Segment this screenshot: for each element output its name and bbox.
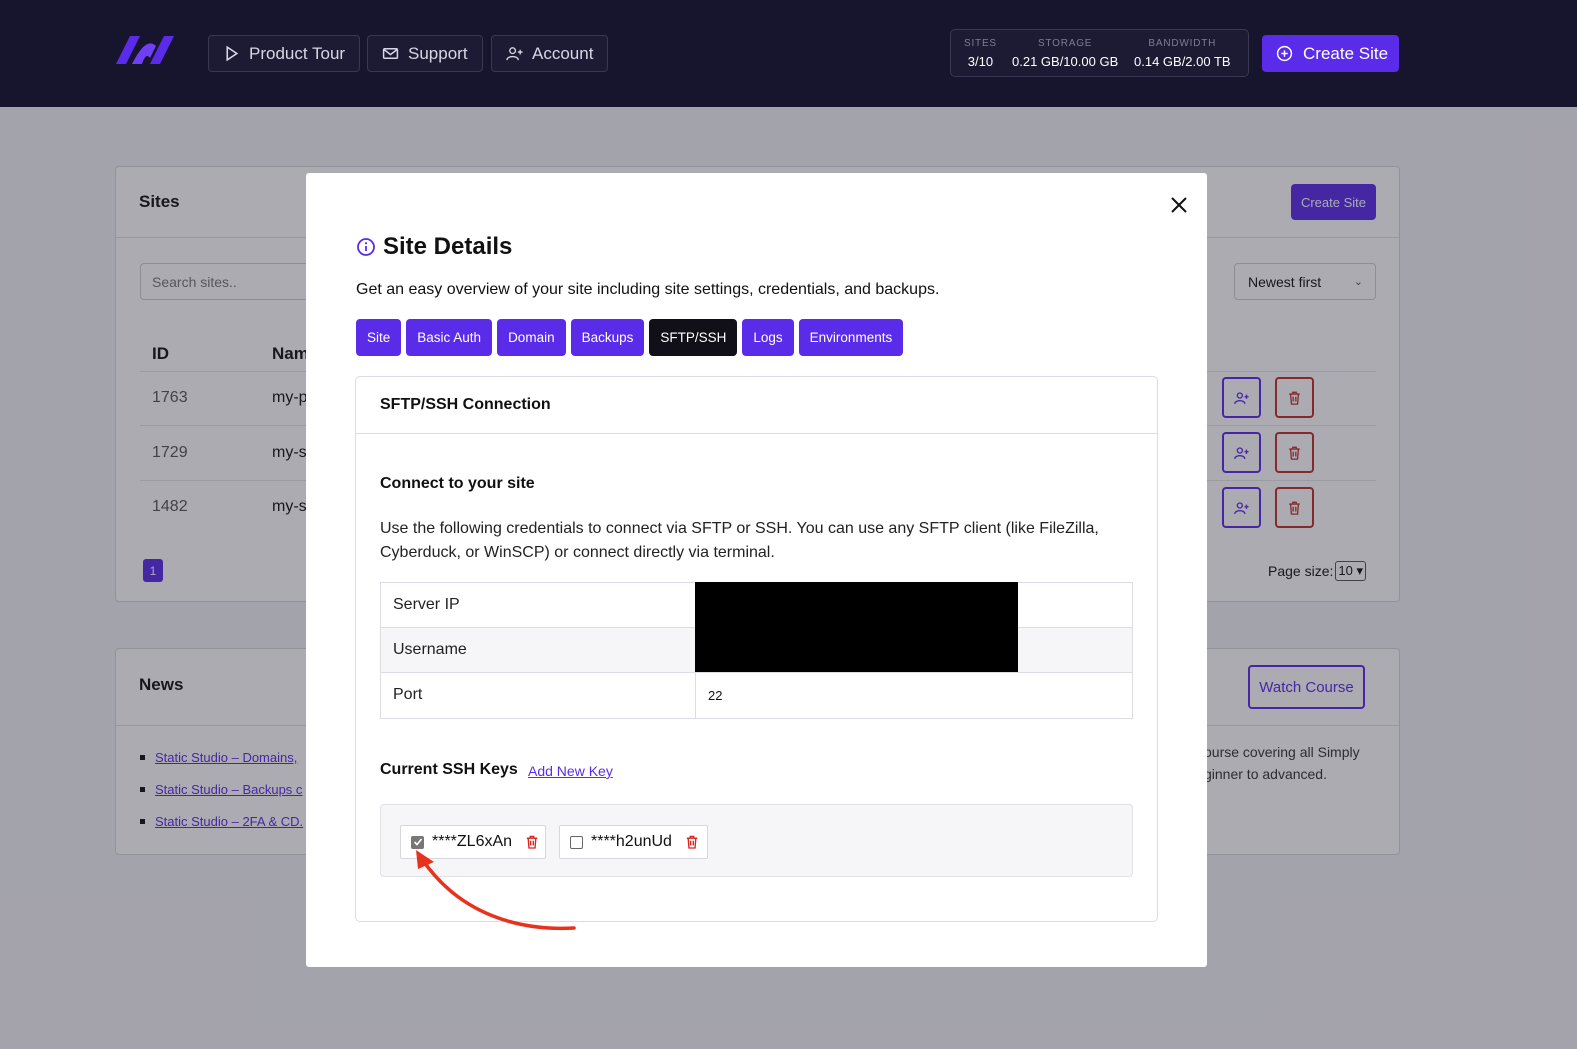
trash-icon[interactable] (686, 835, 698, 849)
support-button[interactable]: Support (367, 35, 483, 72)
modal-description: Get an easy overview of your site includ… (356, 281, 940, 298)
create-site-label: Create Site (1303, 43, 1389, 63)
close-icon[interactable] (1168, 194, 1190, 216)
support-label: Support (408, 43, 468, 63)
credential-row-port: Port 22 (381, 673, 1132, 718)
storage-stat: STORAGE 0.21 GB/10.00 GB (1012, 38, 1118, 69)
usage-stats: SITES 3/10 STORAGE 0.21 GB/10.00 GB BAND… (950, 29, 1249, 77)
stat-value: 0.21 GB/10.00 GB (1012, 54, 1119, 69)
credential-label: Server IP (393, 596, 460, 613)
product-tour-button[interactable]: Product Tour (208, 35, 361, 72)
ssh-key-name: ****h2unUd (591, 833, 672, 850)
stat-label: BANDWIDTH (1148, 38, 1217, 49)
cell-divider (695, 673, 696, 718)
account-label: Account (532, 43, 594, 63)
connect-text: Use the following credentials to connect… (380, 520, 1099, 561)
ssh-key-item[interactable]: ****h2unUd (559, 825, 708, 859)
info-icon (357, 238, 375, 256)
credential-value[interactable]: 22 (708, 688, 722, 703)
sites-stat: SITES 3/10 (964, 38, 997, 69)
credential-label: Port (393, 686, 423, 703)
modal-title-text: Site Details (383, 233, 513, 260)
ssh-keys-title: Current SSH Keys (380, 761, 518, 778)
tab-bar: Site Basic Auth Domain Backups SFTP/SSH … (356, 319, 904, 356)
user-plus-icon (506, 47, 523, 61)
add-new-key-link[interactable]: Add New Key (528, 763, 613, 779)
stat-value: 0.14 GB/2.00 TB (1134, 54, 1231, 69)
play-icon (226, 45, 239, 62)
account-button[interactable]: Account (491, 35, 609, 72)
stat-label: SITES (964, 38, 997, 49)
tab-sftp-ssh[interactable]: SFTP/SSH (649, 319, 738, 356)
create-site-button[interactable]: Create Site (1262, 35, 1399, 72)
mail-icon (382, 47, 399, 60)
product-tour-label: Product Tour (249, 43, 346, 63)
card-title: SFTP/SSH Connection (380, 396, 551, 413)
logo[interactable] (116, 34, 174, 66)
tab-logs[interactable]: Logs (742, 319, 794, 356)
bandwidth-stat: BANDWIDTH 0.14 GB/2.00 TB (1134, 38, 1231, 69)
tab-backups[interactable]: Backups (570, 319, 645, 356)
annotation-arrow (416, 850, 576, 931)
stat-value: 3/10 (967, 54, 994, 69)
tab-site[interactable]: Site (356, 319, 402, 356)
tab-domain[interactable]: Domain (497, 319, 566, 356)
top-bar: Product Tour Support Account SITES 3/10 … (0, 0, 1577, 107)
divider (356, 433, 1157, 434)
modal-title: Site Details (356, 233, 512, 261)
plus-circle-icon (1276, 45, 1293, 62)
connect-title: Connect to your site (380, 475, 535, 492)
tab-basic-auth[interactable]: Basic Auth (406, 319, 493, 356)
sftp-card: SFTP/SSH Connection Connect to your site… (355, 376, 1158, 922)
redaction-block (695, 582, 1018, 672)
stat-label: STORAGE (1037, 38, 1093, 49)
credential-label: Username (393, 641, 467, 658)
tab-environments[interactable]: Environments (798, 319, 904, 356)
